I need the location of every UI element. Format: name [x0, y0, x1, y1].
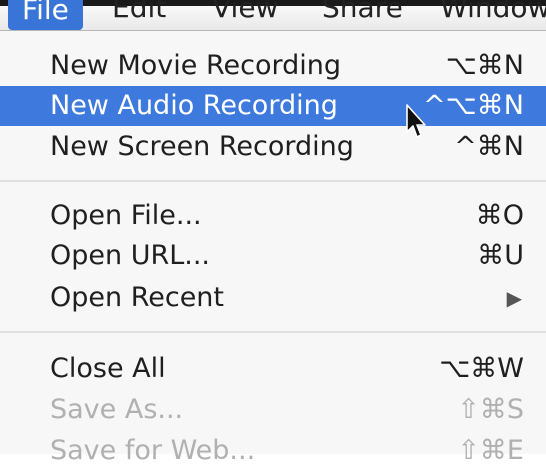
- menu-separator: [0, 180, 546, 182]
- menu-item-label: New Movie Recording: [50, 50, 342, 81]
- menu-item-label: Open Recent: [50, 282, 225, 313]
- menu-item-shortcut: ^⌘N: [454, 131, 524, 162]
- menu-item-save-as: Save As... ⇧⌘S: [0, 390, 546, 430]
- menu-title-view[interactable]: View: [212, 0, 278, 24]
- menu-title-window[interactable]: Window: [440, 0, 546, 24]
- menu-item-open-recent[interactable]: Open Recent ▶: [0, 278, 546, 318]
- file-menu-dropdown: New Movie Recording ⌥⌘N New Audio Record…: [0, 31, 546, 466]
- menu-item-save-for-web: Save for Web... ⇧⌘E: [0, 431, 546, 471]
- menu-item-new-screen-recording[interactable]: New Screen Recording ^⌘N: [0, 127, 546, 167]
- menu-item-shortcut: ⌥⌘N: [445, 50, 524, 81]
- menu-item-label: Open File...: [50, 200, 202, 231]
- menu-bar: File Edit View Share Window: [0, 0, 546, 31]
- mouse-pointer-icon: [406, 104, 426, 138]
- menu-item-new-movie-recording[interactable]: New Movie Recording ⌥⌘N: [0, 46, 546, 86]
- menu-item-shortcut: ^⌥⌘N: [423, 90, 524, 121]
- menu-item-shortcut: ⇧⌘S: [457, 394, 524, 425]
- menu-title-share[interactable]: Share: [322, 0, 403, 24]
- menu-title-file[interactable]: File: [8, 0, 83, 30]
- menu-item-label: New Audio Recording: [50, 90, 338, 121]
- menu-item-open-file[interactable]: Open File... ⌘O: [0, 196, 546, 236]
- menu-item-shortcut: ⌥⌘W: [439, 353, 524, 384]
- menu-item-label: Close All: [50, 353, 166, 384]
- menu-item-label: Save for Web...: [50, 435, 256, 466]
- menu-item-label: Open URL...: [50, 240, 211, 271]
- menu-item-new-audio-recording[interactable]: New Audio Recording ^⌥⌘N: [0, 86, 546, 126]
- menu-item-label: Save As...: [50, 394, 184, 425]
- triangle-right-icon: ▶: [506, 286, 522, 310]
- menu-separator: [0, 331, 546, 333]
- menu-item-shortcut: ⌘U: [477, 240, 524, 271]
- menu-item-open-url[interactable]: Open URL... ⌘U: [0, 236, 546, 276]
- menu-item-shortcut: ⇧⌘E: [457, 435, 524, 466]
- menu-item-label: New Screen Recording: [50, 131, 354, 162]
- menu-title-edit[interactable]: Edit: [112, 0, 166, 24]
- menu-item-shortcut: ⌘O: [475, 200, 524, 231]
- menu-item-close-all[interactable]: Close All ⌥⌘W: [0, 349, 546, 389]
